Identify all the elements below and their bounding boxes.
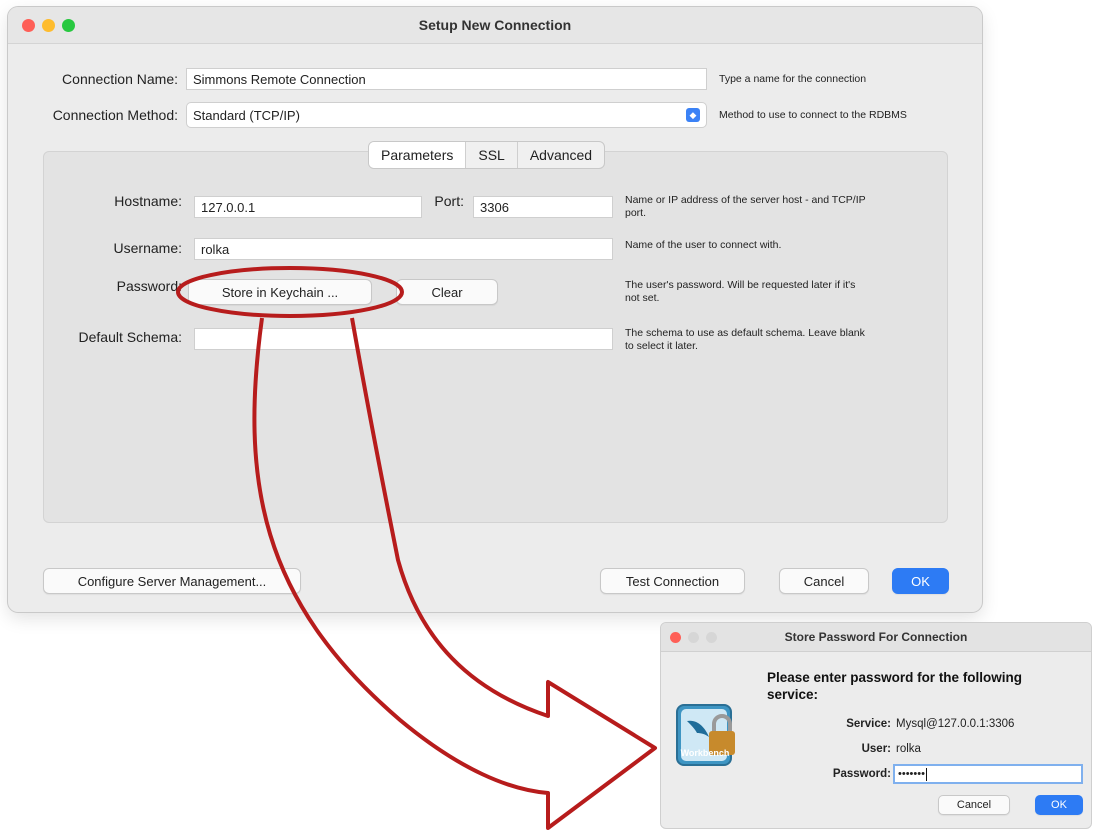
username-input[interactable]: rolka — [194, 238, 613, 260]
port-input[interactable]: 3306 — [473, 196, 613, 218]
clear-password-button[interactable]: Clear — [396, 279, 498, 305]
text-cursor — [925, 767, 927, 781]
setup-connection-window: Setup New Connection Connection Name: Si… — [8, 7, 982, 612]
pw-cancel-button[interactable]: Cancel — [938, 795, 1010, 815]
window-title: Setup New Connection — [418, 17, 572, 33]
hostname-label: Hostname: — [114, 193, 182, 209]
workbench-logo-icon: Workbench — [675, 701, 745, 771]
default-schema-hint: The schema to use as default schema. Lea… — [625, 327, 955, 353]
pw-password-label: Password: — [832, 768, 891, 780]
test-connection-button[interactable]: Test Connection — [600, 568, 745, 594]
user-value: rolka — [896, 743, 921, 755]
hostname-input[interactable]: 127.0.0.1 — [194, 196, 422, 218]
configure-server-management-button[interactable]: Configure Server Management... — [43, 568, 301, 594]
password-label: Password: — [116, 278, 182, 294]
port-label: Port: — [434, 193, 464, 209]
connection-name-label: Connection Name: — [62, 71, 178, 87]
username-hint: Name of the user to connect with. — [625, 239, 782, 251]
pw-heading: Please enter password for the following … — [767, 669, 1087, 703]
pw-heading-line1: Please enter password for the following — [767, 670, 1023, 685]
tab-ssl[interactable]: SSL — [466, 142, 518, 168]
pw-heading-line2: service: — [767, 687, 819, 702]
connection-method-value: Standard (TCP/IP) — [193, 107, 300, 123]
ok-button[interactable]: OK — [892, 568, 949, 594]
password-hint-line1: The user's password. Will be requested l… — [625, 279, 856, 291]
connection-method-select[interactable]: Standard (TCP/IP) ◆ — [186, 102, 707, 128]
default-schema-hint-line2: to select it later. — [625, 340, 698, 352]
username-label: Username: — [113, 240, 182, 256]
select-arrows-icon: ◆ — [686, 108, 700, 122]
connection-name-input[interactable]: Simmons Remote Connection — [186, 68, 707, 90]
pw-password-value: ••••••• — [898, 768, 925, 780]
pw-password-input[interactable]: ••••••• — [893, 764, 1083, 784]
default-schema-hint-line1: The schema to use as default schema. Lea… — [625, 327, 865, 339]
pw-ok-button[interactable]: OK — [1035, 795, 1083, 815]
pw-window-title: Store Password For Connection — [784, 630, 968, 644]
title-bar: Setup New Connection — [8, 7, 982, 44]
tab-advanced[interactable]: Advanced — [518, 142, 604, 168]
hostname-hint: Name or IP address of the server host - … — [625, 194, 955, 220]
tab-bar: Parameters SSL Advanced — [368, 141, 606, 169]
connection-name-hint: Type a name for the connection — [719, 73, 867, 85]
hostname-hint-line1: Name or IP address of the server host - … — [625, 194, 866, 206]
hostname-hint-line2: port. — [625, 207, 647, 219]
default-schema-input[interactable] — [194, 328, 613, 350]
default-schema-label: Default Schema: — [78, 329, 183, 345]
logo-text: Workbench — [680, 748, 730, 758]
tab-parameters[interactable]: Parameters — [369, 142, 467, 168]
password-hint-line2: not set. — [625, 292, 660, 304]
cancel-button[interactable]: Cancel — [779, 568, 869, 594]
password-hint: The user's password. Will be requested l… — [625, 279, 955, 305]
store-password-window: Store Password For Connection Workbench … — [660, 622, 1092, 829]
service-value: Mysql@127.0.0.1:3306 — [896, 718, 1015, 730]
service-label: Service: — [846, 718, 891, 730]
pw-title-bar: Store Password For Connection — [661, 623, 1091, 652]
store-in-keychain-button[interactable]: Store in Keychain ... — [188, 279, 372, 305]
user-label: User: — [861, 743, 891, 755]
connection-method-hint: Method to use to connect to the RDBMS — [719, 109, 907, 121]
connection-method-label: Connection Method: — [52, 107, 178, 123]
